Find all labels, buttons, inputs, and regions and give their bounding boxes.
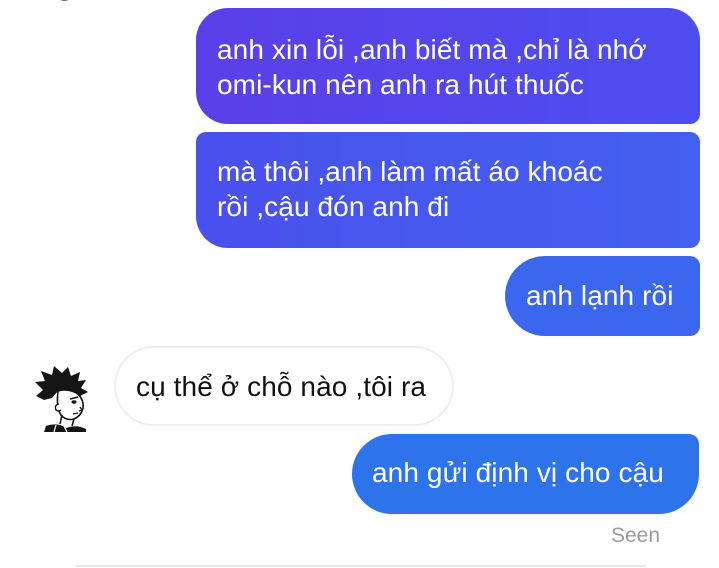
message-line: omi-kun nên anh ra hút thuốc bbox=[217, 69, 585, 100]
divider bbox=[76, 565, 646, 567]
message-line: cụ thể ở chỗ nào ,tôi ra bbox=[136, 371, 427, 402]
seen-status: Seen bbox=[611, 524, 661, 547]
manga-character-avatar-icon[interactable] bbox=[34, 366, 90, 432]
message-line: anh gửi định vị cho cậu bbox=[372, 457, 664, 488]
avatar-partial-icon bbox=[60, 0, 69, 1]
message-line: mà thôi ,anh làm mất áo khoác bbox=[217, 156, 603, 187]
outgoing-message-bubble[interactable]: anh xin lỗi ,anh biết mà ,chỉ là nhớ omi… bbox=[196, 8, 700, 124]
outgoing-message-bubble[interactable]: mà thôi ,anh làm mất áo khoác rồi ,cậu đ… bbox=[196, 132, 700, 248]
outgoing-message-bubble[interactable]: anh lạnh rồi bbox=[505, 256, 700, 336]
incoming-message-bubble[interactable]: cụ thể ở chỗ nào ,tôi ra bbox=[114, 346, 454, 426]
outgoing-message-bubble[interactable]: anh gửi định vị cho cậu bbox=[352, 434, 699, 514]
message-line: anh xin lỗi ,anh biết mà ,chỉ là nhớ bbox=[217, 34, 647, 65]
message-line: anh lạnh rồi bbox=[526, 280, 674, 311]
chat-thread: anh xin lỗi ,anh biết mà ,chỉ là nhớ omi… bbox=[0, 0, 719, 568]
message-line: rồi ,cậu đón anh đi bbox=[217, 191, 450, 222]
